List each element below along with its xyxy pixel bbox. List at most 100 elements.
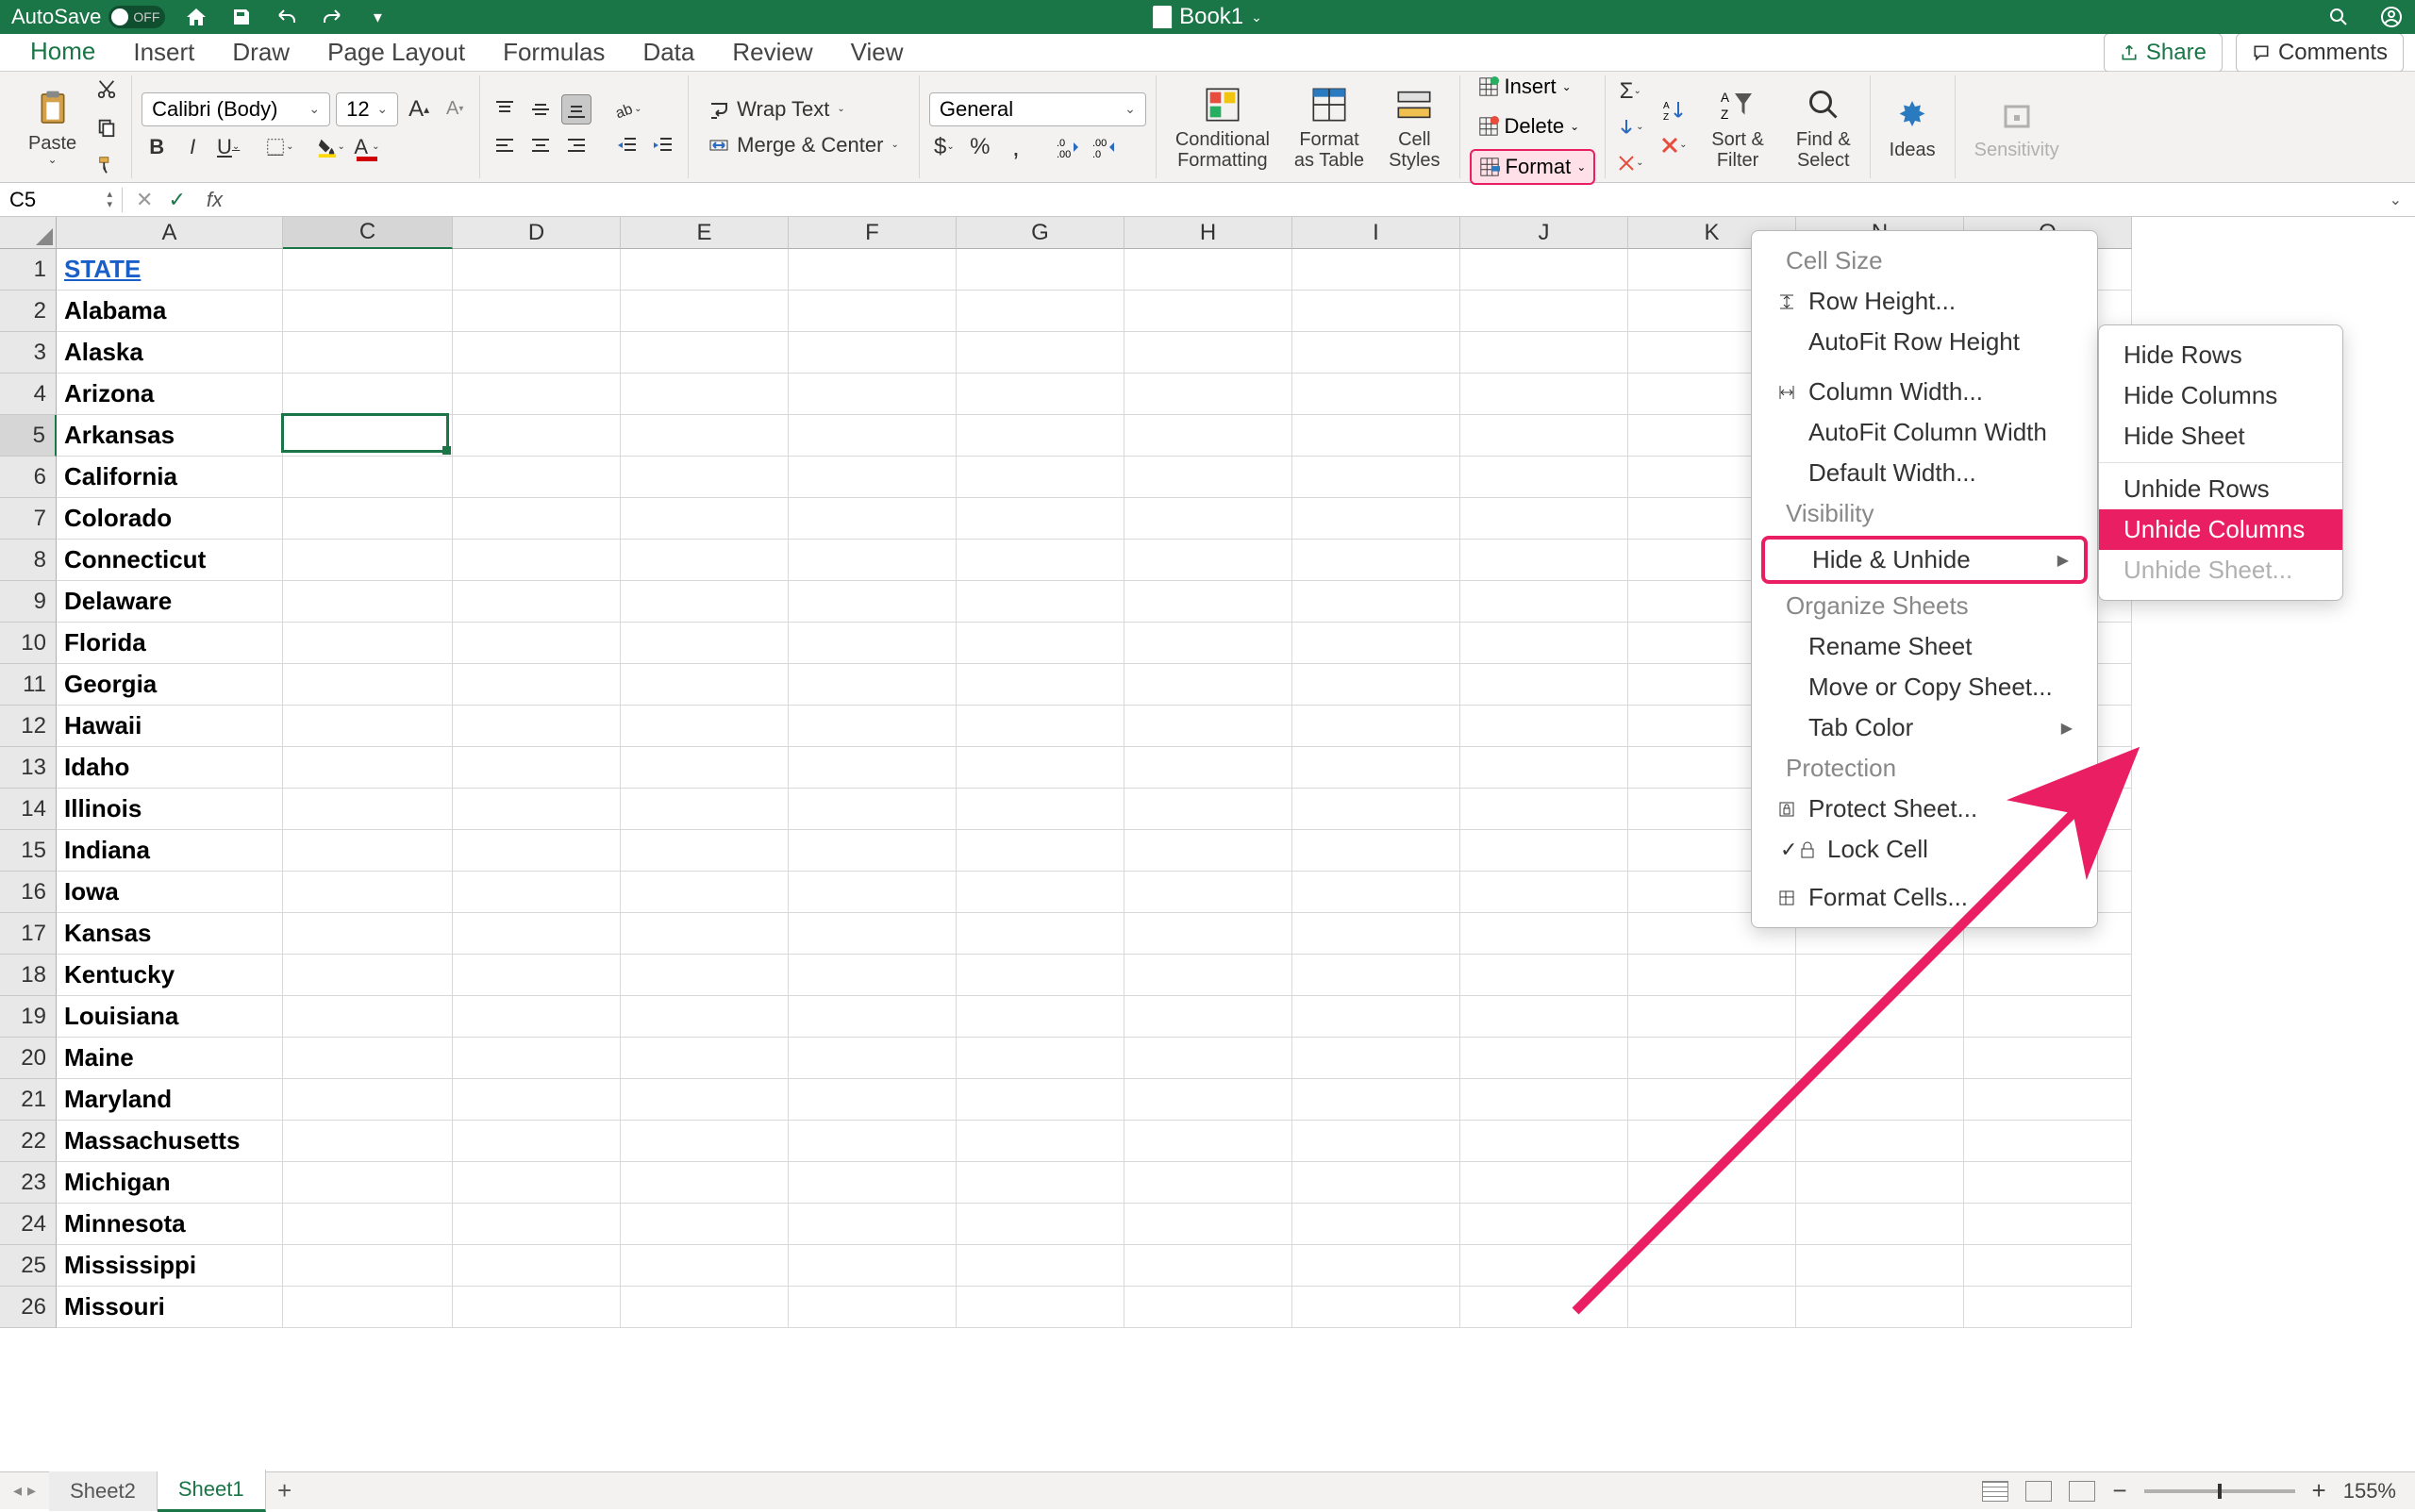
cell-K25[interactable] [1628,1245,1796,1287]
align-top-icon[interactable] [490,94,520,125]
row-header-3[interactable]: 3 [0,332,57,374]
zoom-in-icon[interactable]: + [2312,1476,2326,1505]
cell-H1[interactable] [1124,249,1292,291]
cell-E24[interactable] [621,1204,789,1245]
cell-E15[interactable] [621,830,789,872]
cell-H25[interactable] [1124,1245,1292,1287]
cell-D12[interactable] [453,706,621,747]
cell-A10[interactable]: Florida [57,623,283,664]
cell-J6[interactable] [1460,457,1628,498]
cell-J9[interactable] [1460,581,1628,623]
cell-G10[interactable] [957,623,1124,664]
tab-data[interactable]: Data [624,32,713,73]
cell-J13[interactable] [1460,747,1628,789]
cell-I26[interactable] [1292,1287,1460,1328]
cell-H11[interactable] [1124,664,1292,706]
cell-A19[interactable]: Louisiana [57,996,283,1038]
cell-G4[interactable] [957,374,1124,415]
cell-I25[interactable] [1292,1245,1460,1287]
decrease-decimal-icon[interactable]: .00.0 [1090,132,1120,162]
cell-F17[interactable] [789,913,957,955]
conditional-formatting-button[interactable]: Conditional Formatting [1166,80,1279,174]
bold-button[interactable]: B [142,132,172,162]
number-format-select[interactable]: General⌄ [929,92,1146,126]
cell-D14[interactable] [453,789,621,830]
menu-hide-columns[interactable]: Hide Columns [2099,375,2342,416]
row-header-22[interactable]: 22 [0,1121,57,1162]
cell-N23[interactable] [1796,1162,1964,1204]
undo-icon[interactable] [275,5,299,29]
cell-A20[interactable]: Maine [57,1038,283,1079]
cell-A12[interactable]: Hawaii [57,706,283,747]
align-right-icon[interactable] [561,130,591,160]
cell-C23[interactable] [283,1162,453,1204]
tab-insert[interactable]: Insert [114,32,213,73]
cell-J25[interactable] [1460,1245,1628,1287]
paste-button[interactable]: Paste ⌄ [19,84,86,170]
cell-F23[interactable] [789,1162,957,1204]
cell-E2[interactable] [621,291,789,332]
cell-J5[interactable] [1460,415,1628,457]
copy-icon[interactable] [92,112,122,142]
cell-N20[interactable] [1796,1038,1964,1079]
menu-hide-unhide[interactable]: Hide & Unhide [1761,536,2088,584]
menu-move-copy-sheet[interactable]: Move or Copy Sheet... [1752,667,2097,707]
align-bottom-icon[interactable] [561,94,591,125]
menu-row-height[interactable]: Row Height... [1752,281,2097,322]
cell-I4[interactable] [1292,374,1460,415]
clear-x-icon[interactable]: ⌄ [1658,130,1689,160]
cell-J20[interactable] [1460,1038,1628,1079]
cell-styles-button[interactable]: Cell Styles [1379,80,1449,174]
cell-C1[interactable] [283,249,453,291]
cell-C10[interactable] [283,623,453,664]
cell-I3[interactable] [1292,332,1460,374]
cell-C26[interactable] [283,1287,453,1328]
row-header-12[interactable]: 12 [0,706,57,747]
cell-C17[interactable] [283,913,453,955]
cell-O21[interactable] [1964,1079,2132,1121]
autosave-toggle[interactable]: OFF [108,6,165,28]
cell-O26[interactable] [1964,1287,2132,1328]
sheet-nav-first-icon[interactable]: ◂ [13,1481,22,1501]
cell-G6[interactable] [957,457,1124,498]
cell-D1[interactable] [453,249,621,291]
cell-H21[interactable] [1124,1079,1292,1121]
cell-H14[interactable] [1124,789,1292,830]
cell-F15[interactable] [789,830,957,872]
row-header-8[interactable]: 8 [0,540,57,581]
cell-E7[interactable] [621,498,789,540]
row-header-5[interactable]: 5 [0,415,57,457]
cell-C24[interactable] [283,1204,453,1245]
cell-G20[interactable] [957,1038,1124,1079]
cell-A3[interactable]: Alaska [57,332,283,374]
menu-autofit-column[interactable]: AutoFit Column Width [1752,412,2097,453]
cell-H17[interactable] [1124,913,1292,955]
cell-C12[interactable] [283,706,453,747]
cell-D4[interactable] [453,374,621,415]
underline-button[interactable]: U ⌄ [213,132,243,162]
delete-cells-button[interactable]: Delete⌄ [1470,109,1596,143]
cell-D6[interactable] [453,457,621,498]
cell-I21[interactable] [1292,1079,1460,1121]
cell-H13[interactable] [1124,747,1292,789]
cell-F8[interactable] [789,540,957,581]
cell-K18[interactable] [1628,955,1796,996]
cell-F19[interactable] [789,996,957,1038]
row-header-25[interactable]: 25 [0,1245,57,1287]
cell-G19[interactable] [957,996,1124,1038]
cell-I20[interactable] [1292,1038,1460,1079]
cell-I1[interactable] [1292,249,1460,291]
cell-F7[interactable] [789,498,957,540]
cell-F13[interactable] [789,747,957,789]
autosum-icon[interactable]: Σ ⌄ [1615,76,1645,107]
cell-D21[interactable] [453,1079,621,1121]
menu-hide-rows[interactable]: Hide Rows [2099,335,2342,375]
cell-C8[interactable] [283,540,453,581]
cell-F6[interactable] [789,457,957,498]
save-icon[interactable] [229,5,254,29]
cell-A17[interactable]: Kansas [57,913,283,955]
cell-E23[interactable] [621,1162,789,1204]
row-header-18[interactable]: 18 [0,955,57,996]
cell-D17[interactable] [453,913,621,955]
cell-I12[interactable] [1292,706,1460,747]
